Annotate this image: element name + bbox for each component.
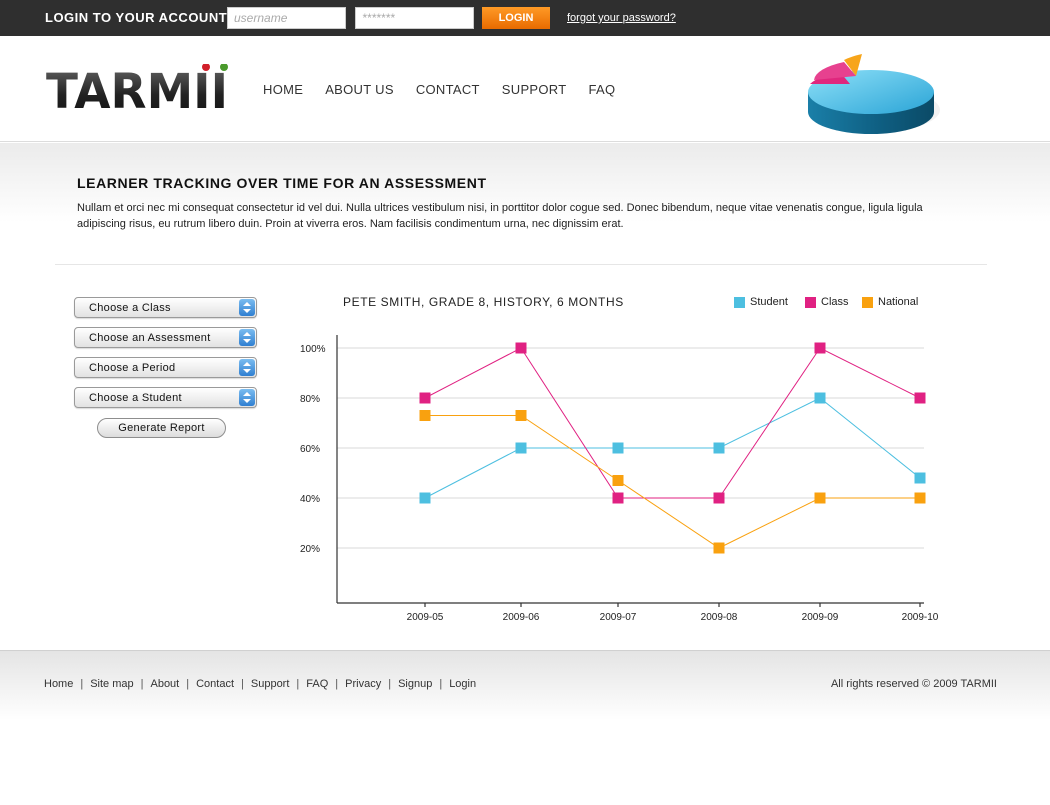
tarmii-logo[interactable]: TARMII bbox=[46, 64, 236, 114]
student-select-label: Choose a Student bbox=[89, 392, 182, 404]
period-select-label: Choose a Period bbox=[89, 362, 176, 374]
login-title: LOGIN TO YOUR ACCOUNT bbox=[45, 10, 228, 25]
y-tick-label: 40% bbox=[300, 494, 320, 505]
select-arrows-icon bbox=[239, 389, 255, 406]
intro-text: Nullam et orci nec mi consequat consecte… bbox=[77, 202, 923, 230]
x-tick-label: 2009-09 bbox=[802, 612, 839, 623]
y-tick-label: 100% bbox=[300, 344, 326, 355]
footer-link-contact[interactable]: Contact bbox=[196, 678, 234, 690]
footer-separator: | bbox=[296, 678, 300, 690]
select-arrows-icon bbox=[239, 359, 255, 376]
data-point-student bbox=[419, 492, 431, 504]
nav-faq[interactable]: FAQ bbox=[589, 82, 616, 97]
nav-contact[interactable]: CONTACT bbox=[416, 82, 480, 97]
section-divider bbox=[55, 264, 987, 265]
legend-student: Student bbox=[734, 296, 788, 308]
legend-class: Class bbox=[805, 296, 849, 308]
footer-separator: | bbox=[241, 678, 244, 690]
legend-class-swatch bbox=[805, 296, 816, 308]
data-point-class bbox=[914, 392, 926, 404]
select-arrows-icon bbox=[239, 299, 255, 316]
x-tick-label: 2009-07 bbox=[600, 612, 637, 623]
y-tick-label: 80% bbox=[300, 394, 320, 405]
data-point-student bbox=[713, 442, 725, 454]
legend-national-label: National bbox=[878, 296, 919, 308]
x-tick-label: 2009-05 bbox=[407, 612, 444, 623]
footer-links: Home | Site map | About | Contact | Support | FAQ |… bbox=[44, 678, 476, 690]
nav-home[interactable]: HOME bbox=[263, 82, 303, 97]
footer-link-site-map[interactable]: Site map bbox=[90, 678, 133, 690]
x-tick-label: 2009-10 bbox=[902, 612, 939, 623]
data-point-class bbox=[612, 492, 624, 504]
select-arrows-icon bbox=[239, 329, 255, 346]
main-nav: HOME ABOUT US CONTACT SUPPORT FAQ bbox=[263, 82, 615, 97]
password-input[interactable] bbox=[355, 7, 474, 29]
series-line-class bbox=[424, 347, 921, 499]
data-point-student bbox=[515, 442, 527, 454]
x-tick-label: 2009-06 bbox=[503, 612, 540, 623]
assessment-select[interactable]: Choose an Assessment bbox=[74, 327, 257, 348]
footer-link-about[interactable]: About bbox=[150, 678, 179, 690]
assessment-select-label: Choose an Assessment bbox=[89, 332, 211, 344]
line-chart: 100% 80% 60% 40% 20% 2009-05 2009-06 2009-07 200… bbox=[300, 335, 939, 623]
login-button[interactable]: LOGIN bbox=[482, 7, 550, 29]
period-select[interactable]: Choose a Period bbox=[74, 357, 257, 378]
data-point-student bbox=[814, 392, 826, 404]
nav-about-us[interactable]: ABOUT US bbox=[325, 82, 394, 97]
footer-separator: | bbox=[140, 678, 144, 690]
logo-text: TARMII bbox=[46, 64, 228, 114]
footer-separator: | bbox=[80, 678, 84, 690]
footer-link-privacy[interactable]: Privacy bbox=[345, 678, 381, 690]
pie-chart-illustration bbox=[808, 54, 940, 134]
login-bar: LOGIN TO YOUR ACCOUNT LOGIN forgot your … bbox=[0, 0, 1050, 36]
legend-national-swatch bbox=[862, 296, 873, 308]
footer-separator: | bbox=[186, 678, 190, 690]
footer-link-faq[interactable]: FAQ bbox=[306, 678, 328, 690]
x-tick-label: 2009-08 bbox=[701, 612, 738, 623]
data-point-class bbox=[814, 342, 826, 354]
footer-separator: | bbox=[335, 678, 339, 690]
legend-student-swatch bbox=[734, 296, 745, 308]
data-point-national bbox=[515, 410, 527, 421]
data-point-student bbox=[914, 472, 926, 484]
y-tick-label: 20% bbox=[300, 544, 320, 555]
copyright: All rights reserved © 2009 TARMII bbox=[830, 678, 997, 690]
footer-link-signup[interactable]: Signup bbox=[398, 678, 432, 690]
data-point-national bbox=[419, 410, 431, 421]
generate-report-button[interactable]: Generate Report bbox=[97, 418, 226, 438]
student-select[interactable]: Choose a Student bbox=[74, 387, 257, 408]
legend-national: National bbox=[862, 296, 918, 308]
footer-link-home[interactable]: Home bbox=[44, 678, 73, 690]
data-point-national bbox=[914, 492, 926, 504]
y-tick-label: 60% bbox=[300, 444, 320, 455]
nav-support[interactable]: SUPPORT bbox=[502, 82, 567, 97]
site-footer: Home | Site map | About | Contact | Support | FAQ |… bbox=[0, 650, 1050, 805]
forgot-password-link[interactable]: forgot your password? bbox=[567, 12, 676, 24]
data-point-national bbox=[713, 542, 725, 554]
legend-student-label: Student bbox=[750, 296, 788, 308]
intro-section: LEARNER TRACKING OVER TIME FOR AN ASSESS… bbox=[0, 143, 1050, 265]
data-point-class bbox=[713, 492, 725, 504]
site-header: TARMII HOME ABOUT US CONTACT SUPPORT FAQ bbox=[0, 36, 1050, 142]
footer-separator: | bbox=[439, 678, 443, 690]
class-select-label: Choose a Class bbox=[89, 302, 171, 314]
username-input[interactable] bbox=[227, 7, 346, 29]
chart-title: PETE SMITH, GRADE 8, HISTORY, 6 MONTHS bbox=[343, 295, 624, 309]
data-point-student bbox=[612, 442, 624, 454]
data-point-national bbox=[612, 475, 624, 486]
footer-separator: | bbox=[388, 678, 392, 690]
data-point-class bbox=[515, 342, 527, 354]
series-line-national bbox=[425, 415, 920, 549]
data-point-national bbox=[814, 492, 826, 504]
footer-link-support[interactable]: Support bbox=[251, 678, 290, 690]
class-select[interactable]: Choose a Class bbox=[74, 297, 257, 318]
legend-class-label: Class bbox=[821, 296, 849, 308]
data-point-class bbox=[419, 392, 431, 404]
footer-link-login[interactable]: Login bbox=[449, 678, 476, 690]
page-title: LEARNER TRACKING OVER TIME FOR AN ASSESS… bbox=[77, 175, 487, 191]
